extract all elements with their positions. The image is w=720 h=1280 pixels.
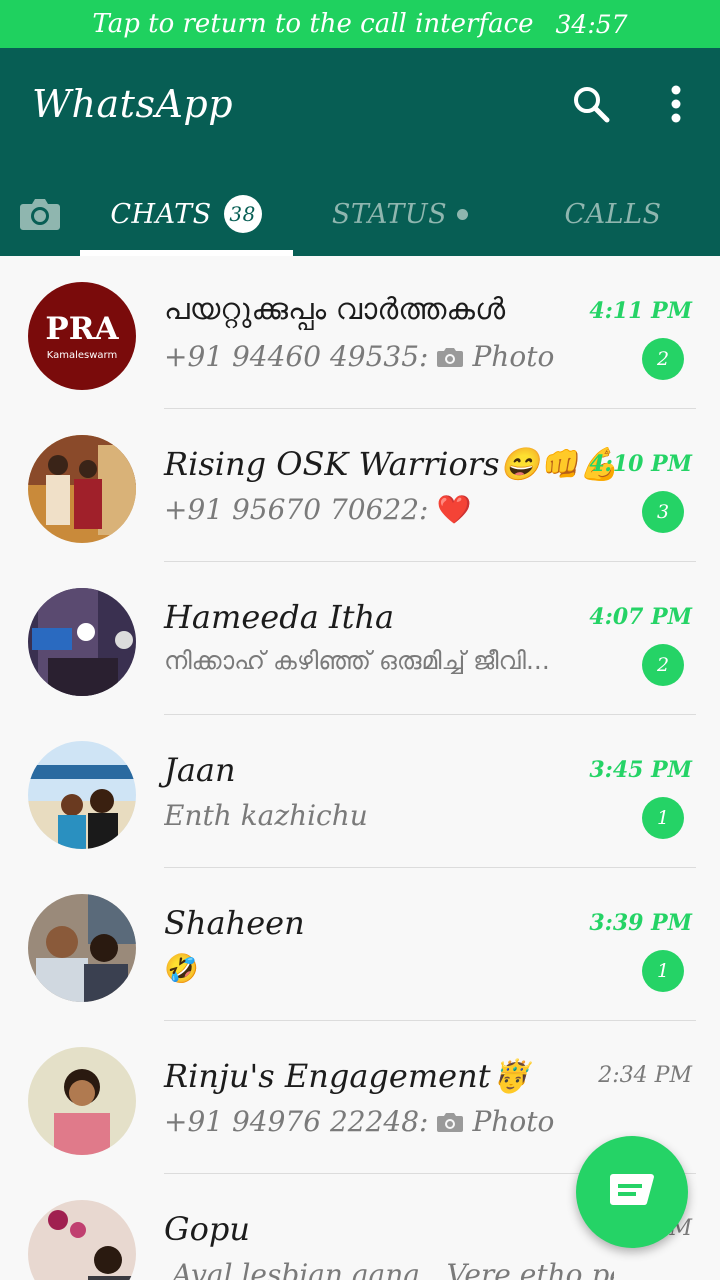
call-timer: 34:57 [555,9,628,39]
return-to-call-banner[interactable]: Tap to return to the call interface 34:5… [0,0,720,48]
chat-time: 4:10 PM [589,451,692,477]
chat-name: Shaheen [164,904,305,942]
status-new-dot [457,208,469,220]
call-banner-text: Tap to return to the call interface [92,9,534,39]
avatar[interactable] [28,1200,136,1280]
camera-icon [437,347,464,367]
chat-name: Hameeda Itha [164,598,395,636]
chat-preview: നിക്കാഹ് കഴിഞ്ഞ് ഒരുമിച്ച് ജീവി... [164,646,550,675]
tab-status-label: STATUS [331,198,448,230]
camera-icon [437,1112,464,1132]
avatar[interactable] [28,1047,136,1155]
chat-name: Jaan [164,751,236,789]
chat-name: Rinju's Engagement🤴 [164,1057,531,1095]
tab-chats-label: CHATS [110,198,212,230]
chat-preview: Aval lesbian aana.. Vere etho pen [164,1258,614,1280]
tab-calls-label: CALLS [564,198,662,230]
chats-unread-badge: 38 [223,195,262,233]
avatar[interactable] [28,588,136,696]
chat-preview: 🤣 [164,952,199,985]
preview-text: Aval lesbian aana.. Vere etho pen [172,1258,614,1280]
chat-name: Rising OSK Warriors😄👊💪 [164,445,620,483]
camera-icon [20,199,60,230]
avatar-subtext: Kamaleswarm [47,350,118,361]
more-vert-icon [671,85,681,123]
tab-status[interactable]: STATUS [300,172,500,256]
avatar[interactable] [28,894,136,1002]
app-bar: WhatsApp CHATS 38 STATUS CALLS [0,48,720,256]
search-button[interactable] [561,74,621,134]
unread-count-badge: 2 [642,338,684,380]
unread-count-badge: 1 [642,950,684,992]
avatar[interactable]: PRA Kamaleswarm [28,282,136,390]
search-icon [574,87,610,123]
more-options-button[interactable] [646,74,706,134]
chat-list: PRA Kamaleswarm പയറ്റുക്കുപ്പം വാർത്തകൾ … [0,256,720,1280]
avatar[interactable] [28,741,136,849]
chat-name: പയറ്റുക്കുപ്പം വാർത്തകൾ [164,292,506,327]
tab-chats[interactable]: CHATS 38 [80,172,292,256]
chat-time: 2:34 PM [598,1063,692,1088]
chat-row[interactable]: Rising OSK Warriors😄👊💪 4:10 PM +91 95670… [0,409,720,562]
chat-row[interactable]: Hameeda Itha 4:07 PM നിക്കാഹ് കഴിഞ്ഞ് ഒര… [0,562,720,715]
chat-row[interactable]: PRA Kamaleswarm പയറ്റുക്കുപ്പം വാർത്തകൾ … [0,256,720,409]
avatar[interactable] [28,435,136,543]
chat-preview: +91 94976 22248: Photo [164,1105,554,1138]
tab-bar: CHATS 38 STATUS CALLS [0,172,720,256]
unread-count-badge: 2 [642,644,684,686]
chat-name: Gopu [164,1210,250,1248]
preview-sender: +91 94976 22248: [164,1105,429,1138]
heart-emoji: ❤️ [436,493,472,526]
tab-camera[interactable] [10,172,70,256]
app-title: WhatsApp [32,82,234,126]
new-chat-icon [610,1174,654,1206]
tab-calls[interactable]: CALLS [510,172,716,256]
chat-time: 3:45 PM [589,757,692,783]
unread-count-badge: 3 [642,491,684,533]
chat-row[interactable]: Shaheen 3:39 PM 🤣 1 [0,868,720,1021]
chat-time: 4:11 PM [589,298,692,324]
chat-time: 4:07 PM [589,604,692,630]
preview-sender: +91 94460 49535: [164,340,429,373]
new-chat-button[interactable] [576,1136,688,1248]
preview-sender: +91 95670 70622: [164,493,429,526]
chat-preview: +91 94460 49535: Photo [164,340,554,373]
chat-preview: +91 95670 70622: ❤️ [164,493,471,526]
unread-count-badge: 1 [642,797,684,839]
avatar-text: PRA [45,311,119,347]
preview-text: Photo [472,340,555,373]
chat-preview: Enth kazhichu [164,799,368,832]
preview-text: Photo [472,1105,555,1138]
chat-time: 3:39 PM [589,910,692,936]
chat-row[interactable]: Jaan 3:45 PM Enth kazhichu 1 [0,715,720,868]
